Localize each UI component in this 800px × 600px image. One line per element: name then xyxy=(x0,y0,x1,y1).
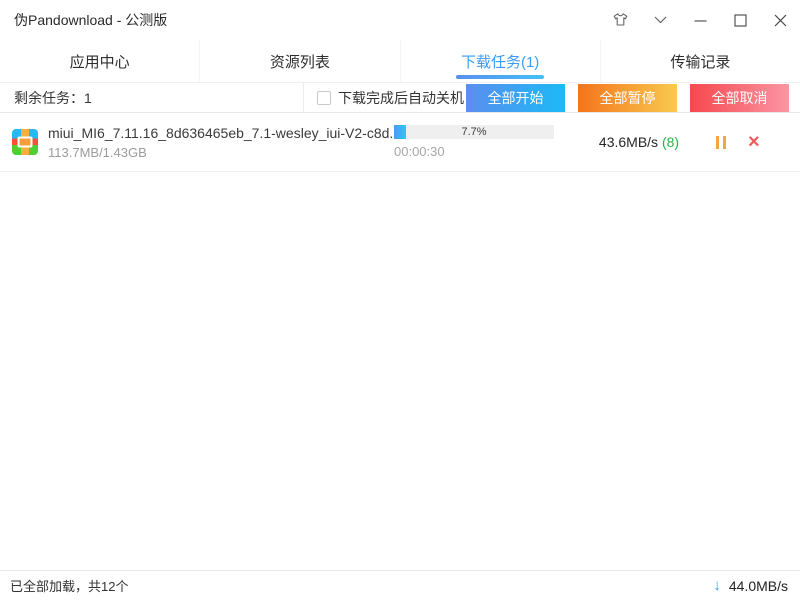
download-speed: 43.6MB/s xyxy=(599,134,658,150)
window-controls xyxy=(600,0,800,40)
tab-bar: 应用中心 资源列表 下载任务(1) 传输记录 xyxy=(0,40,800,83)
close-button[interactable] xyxy=(760,0,800,40)
cancel-all-button[interactable]: 全部取消 xyxy=(690,84,789,112)
global-speed: ↓ 44.0MB/s xyxy=(713,577,788,594)
pause-icon xyxy=(716,136,726,149)
file-size: 113.7MB/1.43GB xyxy=(48,145,394,160)
tab-transfer-history[interactable]: 传输记录 xyxy=(600,40,800,82)
auto-shutdown-checkbox[interactable] xyxy=(317,91,331,105)
elapsed-time: 00:00:30 xyxy=(394,144,556,159)
minimize-button[interactable] xyxy=(680,0,720,40)
tab-label: 下载任务(1) xyxy=(461,51,539,72)
maximize-button[interactable] xyxy=(720,0,760,40)
tab-label: 应用中心 xyxy=(70,51,130,72)
bulk-action-buttons: 全部开始 全部暂停 全部取消 xyxy=(466,84,800,112)
start-all-button[interactable]: 全部开始 xyxy=(466,84,565,112)
pause-task-button[interactable] xyxy=(716,136,726,149)
cancel-task-button[interactable]: × xyxy=(748,135,760,149)
download-list: miui_MI6_7.11.16_8d636465eb_7.1-wesley_i… xyxy=(0,113,800,570)
task-toolbar: 剩余任务：1 下载完成后自动关机 全部开始 全部暂停 全部取消 xyxy=(0,83,800,113)
theme-skin-button[interactable] xyxy=(600,0,640,40)
auto-shutdown-label: 下载完成后自动关机 xyxy=(338,88,464,108)
tab-label: 资源列表 xyxy=(270,51,330,72)
window-title: 伪Pandownload - 公测版 xyxy=(0,10,167,30)
archive-file-icon xyxy=(12,129,38,155)
tab-download-tasks[interactable]: 下载任务(1) xyxy=(400,40,600,82)
title-bar: 伪Pandownload - 公测版 xyxy=(0,0,800,40)
file-name: miui_MI6_7.11.16_8d636465eb_7.1-wesley_i… xyxy=(48,125,394,141)
row-actions: × xyxy=(716,135,760,149)
tab-app-center[interactable]: 应用中心 xyxy=(0,40,199,82)
active-tab-underline xyxy=(456,75,544,79)
close-icon xyxy=(774,14,787,27)
maximize-icon xyxy=(734,14,747,27)
auto-shutdown-option[interactable]: 下载完成后自动关机 xyxy=(304,88,464,108)
tab-label: 传输记录 xyxy=(670,51,730,72)
status-bar: 已全部加载，共12个 ↓ 44.0MB/s xyxy=(0,570,800,600)
progress-bar: 7.7% xyxy=(394,125,554,139)
minimize-icon xyxy=(694,14,707,27)
progress-percent-label: 7.7% xyxy=(394,125,554,139)
thread-count: (8) xyxy=(662,134,679,150)
download-arrow-icon: ↓ xyxy=(713,577,721,594)
load-status-text: 已全部加载，共12个 xyxy=(10,576,128,595)
file-info: miui_MI6_7.11.16_8d636465eb_7.1-wesley_i… xyxy=(48,125,394,160)
chevron-down-icon xyxy=(654,16,667,24)
download-row[interactable]: miui_MI6_7.11.16_8d636465eb_7.1-wesley_i… xyxy=(0,113,800,172)
tab-resource-list[interactable]: 资源列表 xyxy=(199,40,399,82)
collapse-menu-button[interactable] xyxy=(640,0,680,40)
remaining-tasks-label: 剩余任务：1 xyxy=(0,83,304,112)
shirt-icon xyxy=(612,12,629,28)
total-speed-value: 44.0MB/s xyxy=(729,578,788,594)
cancel-x-icon: × xyxy=(748,135,760,149)
app-window: 伪Pandownload - 公测版 xyxy=(0,0,800,600)
speed-column: 43.6MB/s (8) xyxy=(556,134,694,150)
progress-column: 7.7% 00:00:30 xyxy=(394,125,556,159)
pause-all-button[interactable]: 全部暂停 xyxy=(578,84,677,112)
